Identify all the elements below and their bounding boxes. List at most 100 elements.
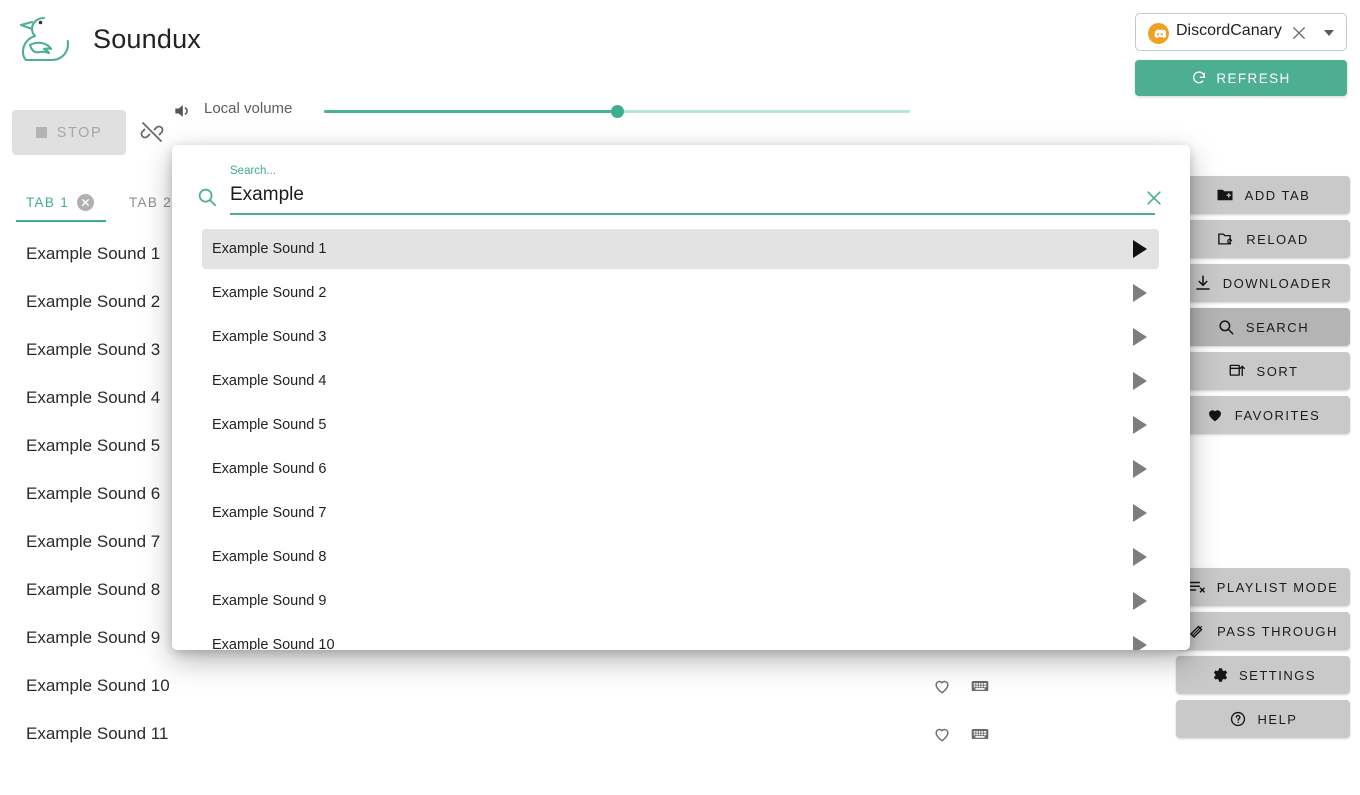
search-result-row[interactable]: Example Sound 10 <box>202 625 1159 650</box>
search-result-label: Example Sound 10 <box>212 637 335 650</box>
output-application-select[interactable]: Output application DiscordCanary <box>1135 13 1347 51</box>
side-button-label: HELP <box>1257 711 1298 727</box>
refresh-button[interactable]: REFRESH <box>1135 60 1347 96</box>
play-icon[interactable] <box>1133 240 1147 258</box>
sort-button[interactable]: SORT <box>1176 352 1350 390</box>
refresh-icon <box>1191 70 1207 86</box>
sound-list-item-label: Example Sound 11 <box>26 724 169 743</box>
side-button-label: ADD TAB <box>1244 187 1311 203</box>
heart-filled-icon <box>1206 406 1224 424</box>
local-volume-slider[interactable]: Local volume <box>172 97 932 127</box>
add-tab-button[interactable]: ADD TAB <box>1176 176 1350 214</box>
playlist-icon <box>1188 578 1206 596</box>
volume-up-icon <box>172 101 192 121</box>
local-volume-thumb[interactable] <box>611 105 624 118</box>
play-icon[interactable] <box>1133 504 1147 522</box>
sound-list-item[interactable]: Example Sound 10 <box>0 662 1160 710</box>
search-input-underline <box>230 213 1155 215</box>
favorites-button[interactable]: FAVORITES <box>1176 396 1350 434</box>
stop-button[interactable]: STOP <box>12 110 126 155</box>
sound-list-item-label: Example Sound 4 <box>26 388 161 407</box>
output-application-value: DiscordCanary <box>1176 22 1282 39</box>
play-icon[interactable] <box>1133 372 1147 390</box>
search-result-row[interactable]: Example Sound 6 <box>202 449 1159 489</box>
search-result-row[interactable]: Example Sound 5 <box>202 405 1159 445</box>
pass-through-button[interactable]: PASS THROUGH <box>1176 612 1350 650</box>
playlist-mode-button[interactable]: PLAYLIST MODE <box>1176 568 1350 606</box>
play-icon[interactable] <box>1133 328 1147 346</box>
tab-1[interactable]: TAB 1 <box>26 182 95 222</box>
local-volume-label: Local volume <box>204 100 293 117</box>
close-icon[interactable] <box>1290 24 1308 42</box>
downloader-button[interactable]: DOWNLOADER <box>1176 264 1350 302</box>
app-title: Soundux <box>93 24 201 54</box>
side-button-label: RELOAD <box>1246 231 1309 247</box>
search-result-row[interactable]: Example Sound 9 <box>202 581 1159 621</box>
download-icon <box>1194 274 1212 292</box>
search-result-row[interactable]: Example Sound 1 <box>202 229 1159 269</box>
help-button[interactable]: HELP <box>1176 700 1350 738</box>
search-dialog: Search... Example Sound 1 Example Sound 2… <box>172 145 1190 650</box>
sound-list-item-label: Example Sound 8 <box>26 580 161 599</box>
side-button-label: PLAYLIST MODE <box>1216 579 1339 595</box>
tab-1-label: TAB 1 <box>26 194 70 210</box>
search-results-list: Example Sound 1 Example Sound 2 Example So… <box>172 229 1190 650</box>
play-icon[interactable] <box>1133 636 1147 650</box>
play-icon[interactable] <box>1133 284 1147 302</box>
search-result-row[interactable]: Example Sound 7 <box>202 493 1159 533</box>
sound-list-item-label: Example Sound 9 <box>26 628 161 647</box>
play-icon[interactable] <box>1133 548 1147 566</box>
search-result-label: Example Sound 4 <box>212 373 327 389</box>
unlink-icon[interactable] <box>140 120 164 144</box>
reload-button[interactable]: RELOAD <box>1176 220 1350 258</box>
sound-list-item-label: Example Sound 6 <box>26 484 161 503</box>
search-icon <box>1217 318 1235 336</box>
search-result-row[interactable]: Example Sound 4 <box>202 361 1159 401</box>
heart-outline-icon[interactable] <box>932 676 952 696</box>
sort-calendar-icon <box>1228 362 1246 380</box>
pass-through-icon <box>1188 622 1206 640</box>
play-icon[interactable] <box>1133 460 1147 478</box>
sound-list-item-label: Example Sound 7 <box>26 532 161 551</box>
local-volume-track[interactable] <box>324 105 910 118</box>
search-result-label: Example Sound 1 <box>212 241 327 257</box>
search-result-row[interactable]: Example Sound 8 <box>202 537 1159 577</box>
keyboard-icon[interactable] <box>970 724 990 744</box>
app-header: Soundux Output application DiscordCanary <box>0 0 1360 96</box>
search-result-label: Example Sound 7 <box>212 505 327 521</box>
sound-list-item-label: Example Sound 3 <box>26 340 161 359</box>
search-result-label: Example Sound 3 <box>212 329 327 345</box>
search-result-row[interactable]: Example Sound 2 <box>202 273 1159 313</box>
search-input[interactable] <box>230 180 1130 210</box>
search-button[interactable]: SEARCH <box>1176 308 1350 346</box>
side-button-label: DOWNLOADER <box>1222 275 1333 291</box>
stop-button-label: STOP <box>56 124 103 141</box>
active-tab-indicator <box>16 220 106 222</box>
settings-button[interactable]: SETTINGS <box>1176 656 1350 694</box>
refresh-button-label: REFRESH <box>1216 70 1291 86</box>
search-result-label: Example Sound 6 <box>212 461 327 477</box>
play-icon[interactable] <box>1133 416 1147 434</box>
search-icon <box>196 186 218 208</box>
heart-outline-icon[interactable] <box>932 724 952 744</box>
keyboard-icon[interactable] <box>970 676 990 696</box>
side-button-label: SEARCH <box>1245 319 1310 335</box>
tab-2[interactable]: TAB 2 <box>129 182 172 222</box>
soundux-window: Soundux Output application DiscordCanary <box>0 0 1360 795</box>
sound-row-actions <box>932 676 990 696</box>
folder-add-icon <box>1216 186 1234 204</box>
search-result-row[interactable]: Example Sound 3 <box>202 317 1159 357</box>
side-button-label: SORT <box>1256 363 1299 379</box>
chevron-down-icon[interactable] <box>1324 30 1334 36</box>
sound-list-item-label: Example Sound 10 <box>26 676 170 695</box>
sound-list-item[interactable]: Example Sound 11 <box>0 710 1160 758</box>
search-result-label: Example Sound 8 <box>212 549 327 565</box>
close-icon[interactable] <box>1144 188 1164 208</box>
close-circle-icon[interactable] <box>77 193 95 211</box>
sound-list-item-label: Example Sound 2 <box>26 292 161 311</box>
sound-list-item-label: Example Sound 1 <box>26 244 161 263</box>
side-button-label: PASS THROUGH <box>1217 623 1338 639</box>
play-icon[interactable] <box>1133 592 1147 610</box>
search-result-label: Example Sound 2 <box>212 285 327 301</box>
discord-icon <box>1148 23 1169 44</box>
